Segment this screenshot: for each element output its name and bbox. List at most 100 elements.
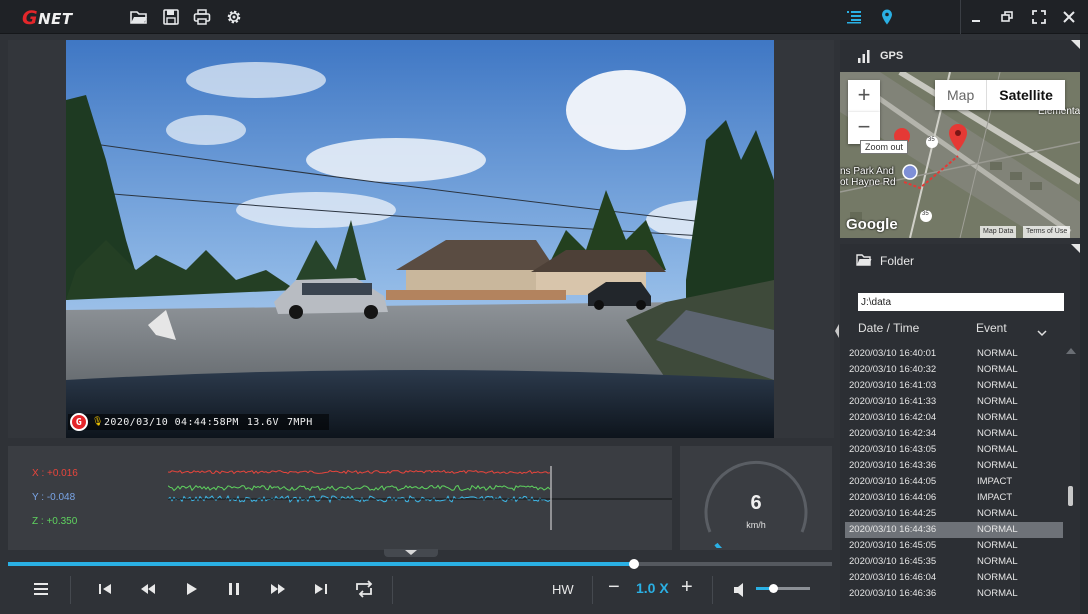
play-icon[interactable]: [180, 578, 202, 600]
file-datetime: 2020/03/10 16:40:32: [849, 364, 937, 375]
file-datetime: 2020/03/10 16:42:04: [849, 412, 937, 423]
settings-icon[interactable]: [225, 8, 243, 26]
save-icon[interactable]: [162, 8, 180, 26]
minimize-icon[interactable]: [967, 8, 985, 26]
playback-controls: HW − 1.0 X +: [0, 568, 840, 614]
playback-progress-bar[interactable]: [8, 559, 832, 569]
file-list-row[interactable]: 2020/03/10 16:45:35 NORMAL: [845, 554, 1063, 570]
fast-forward-icon[interactable]: [267, 578, 289, 600]
video-letterbox-right: [774, 40, 834, 438]
gps-panel-header: GPS: [840, 40, 1080, 72]
map-data-link[interactable]: Map Data: [980, 226, 1017, 238]
list-view-icon[interactable]: [845, 8, 863, 26]
file-list-row[interactable]: 2020/03/10 16:41:03 NORMAL: [845, 378, 1063, 394]
column-header-event[interactable]: Event: [976, 321, 1007, 335]
road-marker: 35: [928, 137, 935, 143]
separator: [392, 576, 393, 604]
file-event: NORMAL: [977, 572, 1018, 583]
volume-icon[interactable]: [730, 579, 752, 601]
map-place-label: ns Park And ot Hayne Rd: [840, 166, 896, 188]
file-list-row[interactable]: 2020/03/10 16:43:05 NORMAL: [845, 442, 1063, 458]
video-player[interactable]: G 🎙 2020/03/10 04:44:58PM 13.6V 7MPH: [66, 40, 774, 438]
column-header-datetime[interactable]: Date / Time: [858, 321, 919, 335]
expand-graph-tab[interactable]: [384, 549, 438, 557]
gps-map[interactable]: ns Park And ot Hayne Rd Elementa 35 35 + …: [840, 72, 1080, 238]
close-icon[interactable]: [1060, 8, 1078, 26]
video-letterbox-left: [8, 40, 66, 438]
video-frame: [66, 40, 774, 438]
file-list-row[interactable]: 2020/03/10 16:40:32 NORMAL: [845, 362, 1063, 378]
file-list-row[interactable]: 2020/03/10 16:44:06 IMPACT: [845, 490, 1063, 506]
g-sensor-y-label: Y : -0.048: [32, 492, 76, 503]
folder-title: Folder: [880, 254, 915, 268]
file-list-row[interactable]: 2020/03/10 16:40:01 NORMAL: [845, 346, 1063, 362]
file-list-row[interactable]: 2020/03/10 16:41:33 NORMAL: [845, 394, 1063, 410]
file-list-row[interactable]: 2020/03/10 16:46:04 NORMAL: [845, 570, 1063, 586]
map-type-map-button[interactable]: Map: [935, 80, 986, 110]
file-datetime: 2020/03/10 16:43:36: [849, 460, 937, 471]
file-event: NORMAL: [977, 460, 1018, 471]
file-list-row[interactable]: 2020/03/10 16:42:04 NORMAL: [845, 410, 1063, 426]
dashcam-viewer-window: GNET G 🎙 2020/03/10 04:44:58PM 13.6V 7MP…: [0, 0, 1088, 614]
map-type-toggle: Map Satellite: [935, 80, 1065, 110]
repeat-icon[interactable]: [353, 578, 375, 600]
file-event: IMPACT: [977, 476, 1013, 487]
speed-value: 6: [750, 492, 762, 514]
file-datetime: 2020/03/10 16:41:03: [849, 380, 937, 391]
file-list-row[interactable]: 2020/03/10 16:43:36 NORMAL: [845, 458, 1063, 474]
fullscreen-icon[interactable]: [1030, 8, 1048, 26]
scrollbar-thumb[interactable]: [1068, 486, 1073, 506]
map-pin-icon[interactable]: [878, 8, 896, 26]
file-event: NORMAL: [977, 508, 1018, 519]
menu-icon[interactable]: [30, 578, 52, 600]
separator: [70, 576, 71, 604]
file-datetime: 2020/03/10 16:40:01: [849, 348, 937, 359]
file-event: NORMAL: [977, 588, 1018, 599]
file-list-row[interactable]: 2020/03/10 16:46:36 NORMAL: [845, 586, 1063, 602]
file-datetime: 2020/03/10 16:44:36: [849, 524, 937, 535]
map-zoom-in-button[interactable]: +: [848, 80, 880, 112]
decrease-speed-button[interactable]: −: [608, 576, 620, 599]
scroll-up-arrow-icon[interactable]: [1066, 348, 1076, 354]
print-icon[interactable]: [193, 8, 211, 26]
gps-title: GPS: [880, 50, 904, 62]
file-datetime: 2020/03/10 16:44:06: [849, 492, 937, 503]
open-folder-icon[interactable]: [130, 8, 148, 26]
folder-path-input[interactable]: [858, 293, 1064, 311]
file-event: NORMAL: [977, 396, 1018, 407]
g-sensor-graph: [168, 466, 672, 530]
pause-icon[interactable]: [223, 578, 245, 600]
folder-open-icon: [856, 252, 872, 268]
restore-icon[interactable]: [998, 8, 1016, 26]
file-list-scrollbar[interactable]: [1066, 348, 1076, 610]
g-sensor-x-trace: [168, 469, 551, 475]
file-list-row[interactable]: 2020/03/10 16:44:25 NORMAL: [845, 506, 1063, 522]
map-type-satellite-button[interactable]: Satellite: [986, 80, 1065, 110]
file-event: NORMAL: [977, 444, 1018, 455]
file-event: NORMAL: [977, 348, 1018, 359]
next-file-icon[interactable]: [310, 578, 332, 600]
hardware-decode-toggle[interactable]: HW: [552, 582, 574, 597]
g-sensor-z-label: Z : +0.350: [32, 516, 78, 527]
road-marker: 35: [922, 211, 929, 217]
file-event: NORMAL: [977, 364, 1018, 375]
volume-knob[interactable]: [769, 584, 779, 593]
file-event: NORMAL: [977, 380, 1018, 391]
file-datetime: 2020/03/10 16:44:25: [849, 508, 937, 519]
signal-bars-icon: [856, 48, 872, 64]
chevron-down-icon[interactable]: [1037, 324, 1047, 337]
terms-of-use-link[interactable]: Terms of Use: [1023, 226, 1071, 238]
file-list-row[interactable]: 2020/03/10 16:44:36 NORMAL: [845, 522, 1063, 538]
panel-corner-icon: [1071, 40, 1080, 49]
file-list-row[interactable]: 2020/03/10 16:44:05 IMPACT: [845, 474, 1063, 490]
rewind-icon[interactable]: [137, 578, 159, 600]
g-sensor-panel: X : +0.016 Y : -0.048 Z : +0.350: [8, 446, 672, 550]
file-list-row[interactable]: 2020/03/10 16:45:05 NORMAL: [845, 538, 1063, 554]
playback-rate: 1.0 X: [636, 580, 669, 596]
volume-slider[interactable]: [756, 584, 810, 593]
file-list-row[interactable]: 2020/03/10 16:42:34 NORMAL: [845, 426, 1063, 442]
file-datetime: 2020/03/10 16:45:35: [849, 556, 937, 567]
previous-file-icon[interactable]: [94, 578, 116, 600]
window-edge: [1080, 34, 1088, 614]
increase-speed-button[interactable]: +: [681, 576, 693, 599]
